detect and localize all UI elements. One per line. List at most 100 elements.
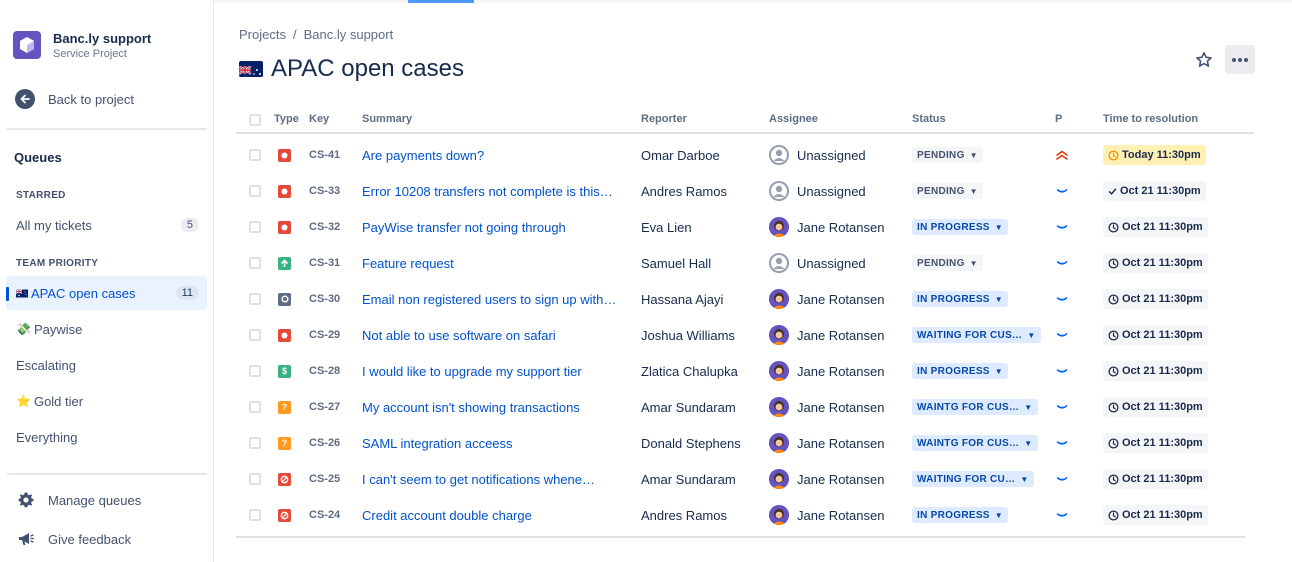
issue-summary-link[interactable]: PayWise transfer not going through (362, 209, 566, 245)
table-row[interactable]: CS-30 Email non registered users to sign… (236, 281, 1254, 317)
status-cell[interactable]: WAITING FOR CU… ▼ (912, 461, 1034, 497)
status-badge[interactable]: IN PROGRESS ▼ (912, 219, 1008, 235)
issue-summary-link[interactable]: Are payments down? (362, 137, 484, 173)
row-checkbox[interactable] (249, 281, 261, 317)
assignee[interactable]: Jane Rotansen (769, 425, 884, 461)
issue-key[interactable]: CS-26 (309, 425, 340, 461)
more-actions-button[interactable] (1225, 45, 1255, 74)
status-cell[interactable]: IN PROGRESS ▼ (912, 353, 1008, 389)
row-checkbox[interactable] (249, 353, 261, 389)
back-to-project-link[interactable]: Back to project (15, 89, 134, 109)
project-header[interactable]: Banc.ly support Service Project (13, 31, 151, 61)
status-badge[interactable]: PENDING ▼ (912, 255, 983, 271)
status-badge[interactable]: IN PROGRESS ▼ (912, 507, 1008, 523)
status-badge[interactable]: WAINTG FOR CUS… ▼ (912, 435, 1038, 451)
status-cell[interactable]: IN PROGRESS ▼ (912, 209, 1008, 245)
assignee[interactable]: Jane Rotansen (769, 389, 884, 425)
status-cell[interactable]: IN PROGRESS ▼ (912, 281, 1008, 317)
row-checkbox[interactable] (249, 389, 261, 425)
col-type[interactable]: Type (274, 113, 299, 125)
status-cell[interactable]: PENDING ▼ (912, 137, 983, 173)
col-summary[interactable]: Summary (362, 113, 412, 125)
table-row[interactable]: CS-25 I can't seem to get notifications … (236, 461, 1254, 497)
row-checkbox[interactable] (249, 497, 261, 533)
row-checkbox[interactable] (249, 245, 261, 281)
status-badge[interactable]: IN PROGRESS ▼ (912, 363, 1008, 379)
issue-key[interactable]: CS-24 (309, 497, 340, 533)
issue-key[interactable]: CS-27 (309, 389, 340, 425)
issue-summary-link[interactable]: Feature request (362, 245, 454, 281)
breadcrumb-project[interactable]: Banc.ly support (304, 27, 394, 42)
assignee[interactable]: Jane Rotansen (769, 281, 884, 317)
sidebar-item-everything[interactable]: Everything (6, 420, 207, 454)
status-cell[interactable]: PENDING ▼ (912, 245, 983, 281)
sidebar-item-paywise[interactable]: 💸 Paywise (6, 312, 207, 346)
table-row[interactable]: $ CS-28 I would like to upgrade my suppo… (236, 353, 1254, 389)
issue-key[interactable]: CS-25 (309, 461, 340, 497)
assignee[interactable]: Jane Rotansen (769, 209, 884, 245)
col-key[interactable]: Key (309, 113, 329, 125)
col-assignee[interactable]: Assignee (769, 113, 818, 125)
issue-key[interactable]: CS-32 (309, 209, 340, 245)
issue-summary-link[interactable]: SAML integration acceess (362, 425, 513, 461)
status-badge[interactable]: WAITING FOR CU… ▼ (912, 471, 1034, 487)
col-reporter[interactable]: Reporter (641, 113, 687, 125)
sidebar-item-all-my-tickets[interactable]: All my tickets 5 (6, 208, 207, 242)
status-badge[interactable]: PENDING ▼ (912, 183, 983, 199)
col-priority[interactable]: P (1055, 113, 1062, 125)
row-checkbox[interactable] (249, 317, 261, 353)
status-badge[interactable]: WAITING FOR CUS… ▼ (912, 327, 1041, 343)
issue-key[interactable]: CS-28 (309, 353, 340, 389)
assignee[interactable]: Jane Rotansen (769, 461, 884, 497)
table-row[interactable]: ? CS-27 My account isn't showing transac… (236, 389, 1254, 425)
sidebar-item-escalating[interactable]: Escalating (6, 348, 207, 382)
assignee[interactable]: Unassigned (769, 137, 866, 173)
col-status[interactable]: Status (912, 113, 946, 125)
table-row[interactable]: CS-24 Credit account double charge Andre… (236, 497, 1254, 533)
assignee[interactable]: Jane Rotansen (769, 317, 884, 353)
table-row[interactable]: CS-31 Feature request Samuel Hall Unassi… (236, 245, 1254, 281)
table-row[interactable]: CS-33 Error 10208 transfers not complete… (236, 173, 1254, 209)
table-row[interactable]: ? CS-26 SAML integration acceess Donald … (236, 425, 1254, 461)
row-checkbox[interactable] (249, 425, 261, 461)
row-checkbox[interactable] (249, 137, 261, 173)
row-checkbox[interactable] (249, 209, 261, 245)
table-row[interactable]: CS-32 PayWise transfer not going through… (236, 209, 1254, 245)
issue-key[interactable]: CS-30 (309, 281, 340, 317)
select-all-checkbox[interactable] (249, 114, 261, 126)
status-cell[interactable]: WAINTG FOR CUS… ▼ (912, 425, 1038, 461)
issue-key[interactable]: CS-29 (309, 317, 340, 353)
issue-key[interactable]: CS-31 (309, 245, 340, 281)
assignee[interactable]: Unassigned (769, 173, 866, 209)
col-time-to-resolution[interactable]: Time to resolution (1103, 113, 1198, 125)
status-badge[interactable]: IN PROGRESS ▼ (912, 291, 1008, 307)
give-feedback-link[interactable]: Give feedback (17, 530, 131, 548)
assignee[interactable]: Unassigned (769, 245, 866, 281)
status-cell[interactable]: IN PROGRESS ▼ (912, 497, 1008, 533)
issue-summary-link[interactable]: My account isn't showing transactions (362, 389, 580, 425)
issue-summary-link[interactable]: Email non registered users to sign up wi… (362, 281, 616, 317)
issue-summary-link[interactable]: Error 10208 transfers not complete is th… (362, 173, 613, 209)
issue-summary-link[interactable]: I would like to upgrade my support tier (362, 353, 582, 389)
row-checkbox[interactable] (249, 461, 261, 497)
issue-key[interactable]: CS-41 (309, 137, 340, 173)
issue-summary-link[interactable]: Credit account double charge (362, 497, 532, 533)
issue-key[interactable]: CS-33 (309, 173, 340, 209)
issue-summary-link[interactable]: Not able to use software on safari (362, 317, 556, 353)
status-badge[interactable]: WAINTG FOR CUS… ▼ (912, 399, 1038, 415)
status-badge[interactable]: PENDING ▼ (912, 147, 983, 163)
table-row[interactable]: CS-41 Are payments down? Omar Darboe Una… (236, 137, 1254, 173)
status-cell[interactable]: WAITING FOR CUS… ▼ (912, 317, 1041, 353)
assignee[interactable]: Jane Rotansen (769, 353, 884, 389)
row-checkbox[interactable] (249, 173, 261, 209)
table-row[interactable]: CS-29 Not able to use software on safari… (236, 317, 1254, 353)
manage-queues-link[interactable]: Manage queues (17, 491, 141, 509)
assignee[interactable]: Jane Rotansen (769, 497, 884, 533)
issue-summary-link[interactable]: I can't seem to get notifications whene… (362, 461, 595, 497)
sidebar-item-apac-open-cases[interactable]: APAC open cases 11 (6, 276, 207, 310)
breadcrumb-projects[interactable]: Projects (239, 27, 286, 42)
status-cell[interactable]: WAINTG FOR CUS… ▼ (912, 389, 1038, 425)
star-button[interactable] (1190, 46, 1218, 74)
sidebar-item-gold-tier[interactable]: ⭐ Gold tier (6, 384, 207, 418)
status-cell[interactable]: PENDING ▼ (912, 173, 983, 209)
